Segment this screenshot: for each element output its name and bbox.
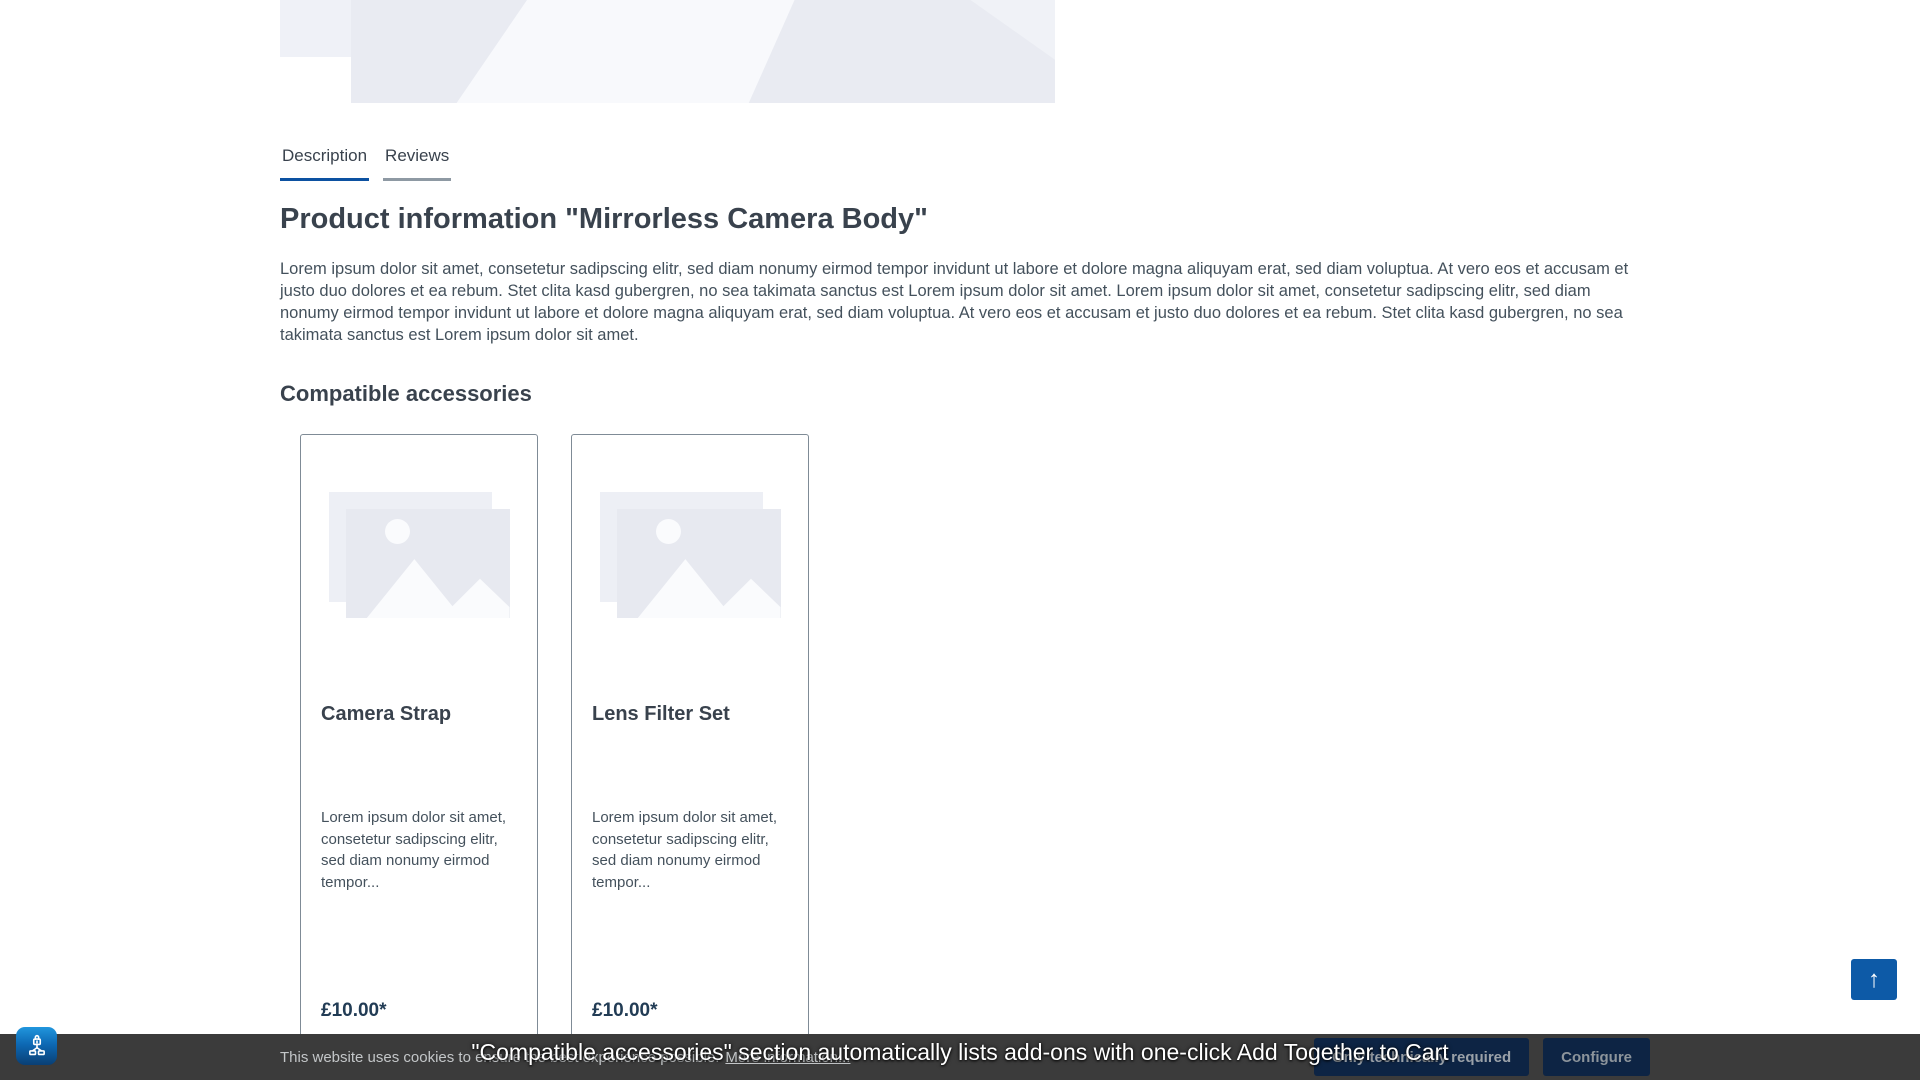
placeholder-sun-circle <box>385 519 410 544</box>
tab-reviews[interactable]: Reviews <box>383 146 451 181</box>
product-tabs: Description Reviews <box>280 146 451 181</box>
cookie-consent-bar: This website uses cookies to ensure the … <box>0 1034 1920 1080</box>
privacy-lock-network-icon <box>24 1033 50 1059</box>
accessory-card-camera-strap: Camera Strap Lorem ipsum dolor sit amet,… <box>300 434 538 1080</box>
only-technically-required-button[interactable]: Only technically required <box>1314 1038 1529 1076</box>
accessory-price: £10.00* <box>321 999 517 1023</box>
product-image-placeholder <box>280 0 1055 103</box>
accessory-image-link[interactable] <box>592 455 788 685</box>
tab-description[interactable]: Description <box>280 146 369 181</box>
accessory-price: £10.00* <box>592 999 788 1023</box>
accessory-title[interactable]: Lens Filter Set <box>592 701 788 727</box>
scroll-to-top-button[interactable]: ↑ <box>1851 959 1897 1000</box>
image-placeholder-icon <box>600 492 781 618</box>
accessory-card-lens-filter-set: Lens Filter Set Lorem ipsum dolor sit am… <box>571 434 809 1080</box>
placeholder-front-rect <box>351 0 1055 103</box>
product-info-heading: Product information "Mirrorless Camera B… <box>280 203 928 236</box>
cookie-message: This website uses cookies to ensure the … <box>280 1034 850 1080</box>
placeholder-back-rect <box>280 0 351 57</box>
arrow-up-icon: ↑ <box>1868 968 1880 992</box>
configure-button[interactable]: Configure <box>1543 1038 1650 1076</box>
privacy-settings-button[interactable] <box>16 1027 57 1065</box>
placeholder-sun-circle <box>656 519 681 544</box>
compatible-accessories-heading: Compatible accessories <box>280 381 532 407</box>
cookie-more-info-link[interactable]: More information... <box>725 1049 850 1066</box>
accessory-image-link[interactable] <box>321 455 517 685</box>
accessory-description: Lorem ipsum dolor sit amet, consetetur s… <box>321 807 517 893</box>
accessories-list: Camera Strap Lorem ipsum dolor sit amet,… <box>300 434 809 1080</box>
cookie-actions: Only technically required Configure <box>1314 1038 1650 1076</box>
accessory-title[interactable]: Camera Strap <box>321 701 517 727</box>
accessory-description: Lorem ipsum dolor sit amet, consetetur s… <box>592 807 788 893</box>
image-placeholder-icon <box>329 492 510 618</box>
product-description: Lorem ipsum dolor sit amet, consetetur s… <box>280 258 1640 346</box>
